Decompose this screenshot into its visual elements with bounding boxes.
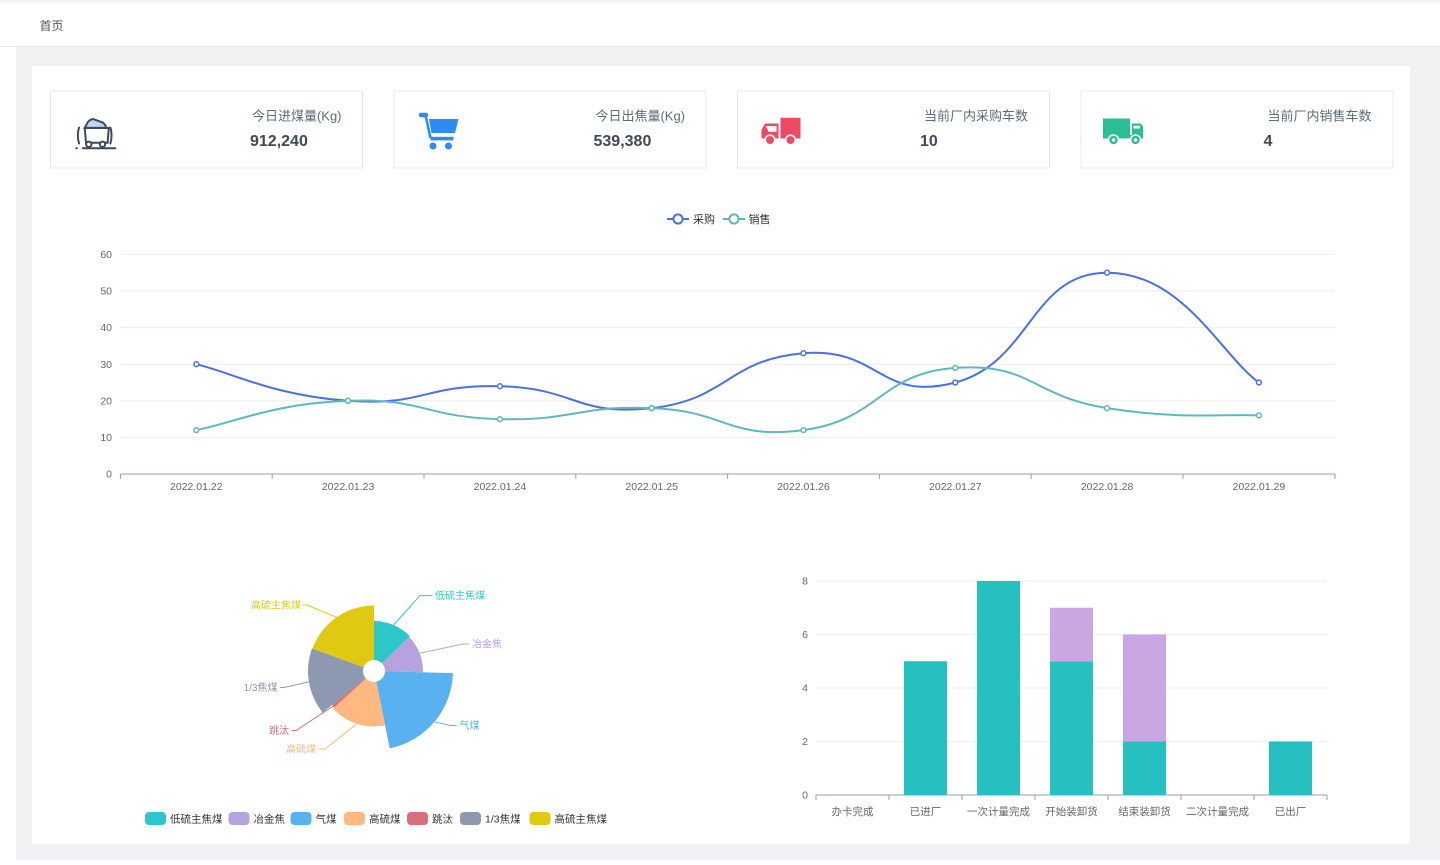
svg-text:30: 30 xyxy=(100,359,112,371)
svg-text:2: 2 xyxy=(802,736,808,748)
svg-text:低硫主焦煤: 低硫主焦煤 xyxy=(435,589,485,602)
svg-text:首页: 首页 xyxy=(40,19,64,33)
svg-text:60: 60 xyxy=(100,249,112,261)
svg-text:539,380: 539,380 xyxy=(594,133,652,150)
svg-text:0: 0 xyxy=(802,790,808,802)
svg-text:高硫主焦煤: 高硫主焦煤 xyxy=(555,813,608,826)
svg-text:2022.01.24: 2022.01.24 xyxy=(474,481,527,493)
svg-text:二次计量完成: 二次计量完成 xyxy=(1186,805,1249,818)
svg-text:一次计量完成: 一次计量完成 xyxy=(967,805,1030,818)
svg-text:912,240: 912,240 xyxy=(250,133,308,150)
svg-text:10: 10 xyxy=(920,133,938,150)
svg-text:40: 40 xyxy=(100,322,112,334)
svg-text:1/3焦煤: 1/3焦煤 xyxy=(244,681,278,694)
svg-text:高硫煤: 高硫煤 xyxy=(286,743,316,756)
svg-text:冶金焦: 冶金焦 xyxy=(472,638,502,651)
svg-text:已进厂: 已进厂 xyxy=(910,806,942,818)
svg-text:跳汰: 跳汰 xyxy=(269,724,289,737)
svg-text:2022.01.26: 2022.01.26 xyxy=(777,481,830,493)
svg-text:当前厂内销售车数: 当前厂内销售车数 xyxy=(1267,109,1371,124)
svg-text:10: 10 xyxy=(100,432,112,444)
svg-text:2022.01.25: 2022.01.25 xyxy=(625,481,678,493)
svg-text:2022.01.29: 2022.01.29 xyxy=(1233,481,1286,493)
svg-text:高硫主焦煤: 高硫主焦煤 xyxy=(251,599,301,612)
svg-text:6: 6 xyxy=(802,629,808,641)
svg-text:4: 4 xyxy=(1264,133,1273,150)
svg-text:20: 20 xyxy=(100,395,112,407)
svg-text:2022.01.28: 2022.01.28 xyxy=(1081,481,1134,493)
svg-text:气煤: 气煤 xyxy=(316,813,337,826)
svg-text:销售: 销售 xyxy=(749,212,771,226)
svg-text:0: 0 xyxy=(106,469,112,481)
svg-text:2022.01.23: 2022.01.23 xyxy=(322,481,375,493)
svg-text:气煤: 气煤 xyxy=(460,719,480,732)
svg-text:2022.01.22: 2022.01.22 xyxy=(170,481,223,493)
svg-text:开始装卸货: 开始装卸货 xyxy=(1045,805,1098,818)
svg-text:50: 50 xyxy=(100,286,112,298)
svg-text:1/3焦煤: 1/3焦煤 xyxy=(485,813,521,826)
svg-text:跳汰: 跳汰 xyxy=(432,813,453,826)
svg-text:高硫煤: 高硫煤 xyxy=(369,813,401,826)
svg-text:8: 8 xyxy=(802,576,808,588)
svg-text:4: 4 xyxy=(802,683,808,695)
svg-text:低硫主焦煤: 低硫主焦煤 xyxy=(170,813,223,826)
svg-text:冶金焦: 冶金焦 xyxy=(254,813,286,826)
svg-text:今日进煤量(Kg): 今日进煤量(Kg) xyxy=(252,109,342,124)
svg-text:当前厂内采购车数: 当前厂内采购车数 xyxy=(924,109,1028,124)
svg-text:办卡完成: 办卡完成 xyxy=(832,805,874,818)
svg-text:2022.01.27: 2022.01.27 xyxy=(929,481,982,493)
svg-text:今日出焦量(Kg): 今日出焦量(Kg) xyxy=(595,109,685,124)
svg-text:已出厂: 已出厂 xyxy=(1275,805,1307,818)
svg-text:结束装卸货: 结束装卸货 xyxy=(1118,805,1171,818)
svg-text:采购: 采购 xyxy=(693,212,715,226)
